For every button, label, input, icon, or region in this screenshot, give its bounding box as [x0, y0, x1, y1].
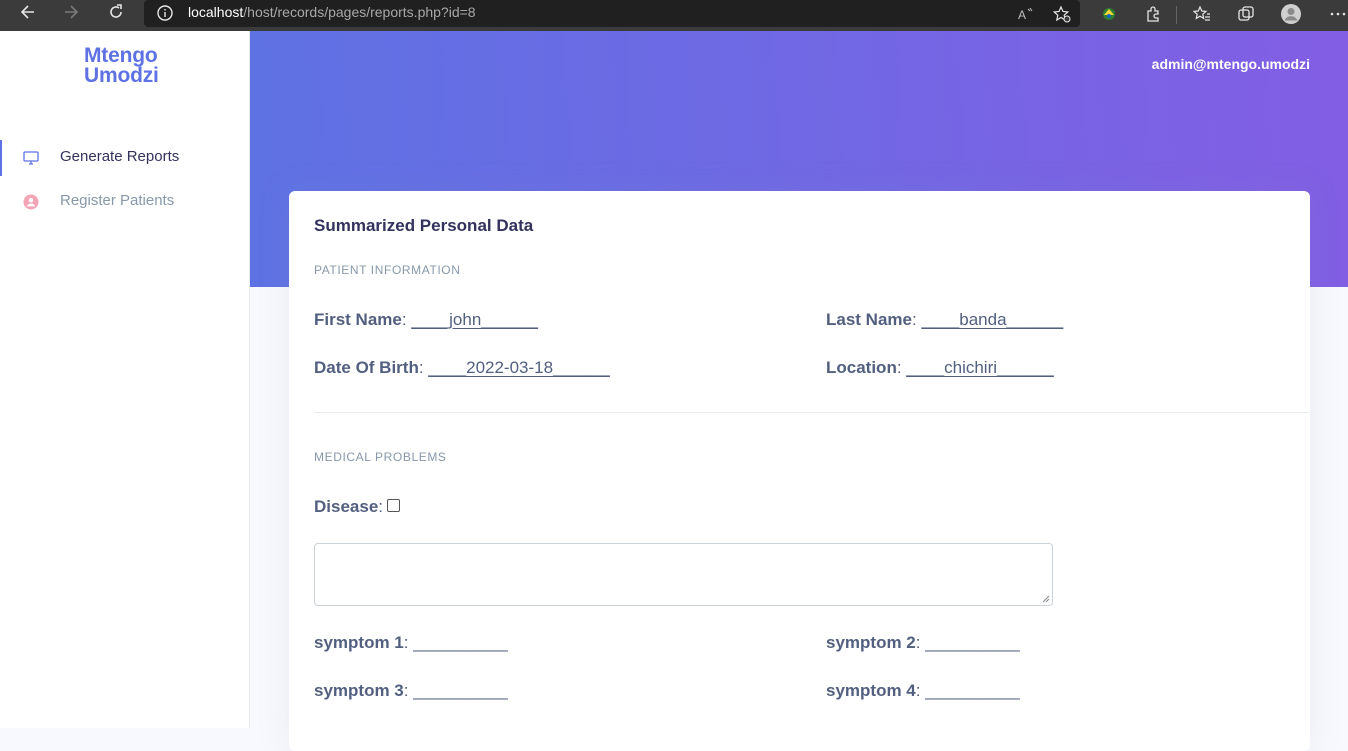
refresh-icon[interactable]: [104, 0, 128, 24]
date-of-birth-value: ____2022-03-18______: [428, 358, 610, 377]
extension-colorful-icon[interactable]: [1097, 2, 1121, 26]
symptom-2-field: symptom 2: __________: [826, 633, 1020, 652]
profile-icon[interactable]: [1279, 2, 1303, 26]
resize-grip-icon[interactable]: [1042, 595, 1050, 603]
patient-information-heading: PATIENT INFORMATION: [314, 263, 461, 277]
sidebar: Mtengo Umodzi Generate Reports Register …: [0, 31, 250, 728]
monitor-icon: [23, 151, 39, 165]
svg-text:A: A: [1018, 8, 1026, 22]
url-text: localhost/host/records/pages/reports.php…: [188, 4, 476, 20]
first-name-value: ____john______: [411, 310, 539, 329]
user-circle-icon: [23, 194, 39, 210]
location-value: ____chichiri______: [906, 358, 1054, 377]
date-of-birth-field: Date Of Birth: ____2022-03-18______: [314, 358, 610, 377]
browser-toolbar: localhost/host/records/pages/reports.php…: [0, 0, 1348, 31]
favorites-icon[interactable]: [1190, 2, 1214, 26]
first-name-field: First Name: ____john______: [314, 310, 539, 329]
report-card: Summarized Personal Data PATIENT INFORMA…: [289, 191, 1310, 751]
symptom-3-value: __________: [413, 681, 508, 700]
info-icon[interactable]: [156, 4, 174, 22]
collections-icon[interactable]: [1234, 2, 1258, 26]
disease-field: Disease:: [314, 497, 401, 517]
extensions-icon[interactable]: [1141, 2, 1165, 26]
symptom-4-value: __________: [925, 681, 1020, 700]
favorite-add-icon[interactable]: [1050, 2, 1074, 26]
disease-checkbox[interactable]: [387, 499, 401, 513]
forward-icon[interactable]: [59, 0, 83, 24]
brand-logo[interactable]: Mtengo Umodzi: [84, 45, 159, 86]
last-name-value: ____banda______: [921, 310, 1064, 329]
disease-description-textarea[interactable]: [314, 543, 1053, 606]
last-name-field: Last Name: ____banda______: [826, 310, 1064, 329]
symptom-2-value: __________: [925, 633, 1020, 652]
medical-problems-heading: MEDICAL PROBLEMS: [314, 450, 447, 464]
read-aloud-icon[interactable]: A: [1014, 2, 1038, 26]
sidebar-item-label: Generate Reports: [60, 148, 180, 165]
location-field: Location: ____chichiri______: [826, 358, 1054, 377]
symptom-1-value: __________: [413, 633, 508, 652]
user-menu[interactable]: admin@mtengo.umodzi: [1152, 56, 1310, 72]
address-bar[interactable]: localhost/host/records/pages/reports.php…: [144, 0, 1080, 27]
back-icon[interactable]: [16, 0, 40, 24]
sidebar-item-label: Register Patients: [60, 192, 175, 209]
card-title: Summarized Personal Data: [314, 216, 534, 235]
sidebar-item-register-patients[interactable]: Register Patients: [0, 184, 249, 220]
sidebar-item-generate-reports[interactable]: Generate Reports: [0, 140, 249, 176]
symptom-3-field: symptom 3: __________: [314, 681, 508, 700]
symptom-1-field: symptom 1: __________: [314, 633, 508, 652]
section-divider: [314, 412, 1310, 413]
more-options-icon[interactable]: [1326, 2, 1348, 26]
toolbar-divider: [1176, 6, 1177, 24]
symptom-4-field: symptom 4: __________: [826, 681, 1020, 700]
